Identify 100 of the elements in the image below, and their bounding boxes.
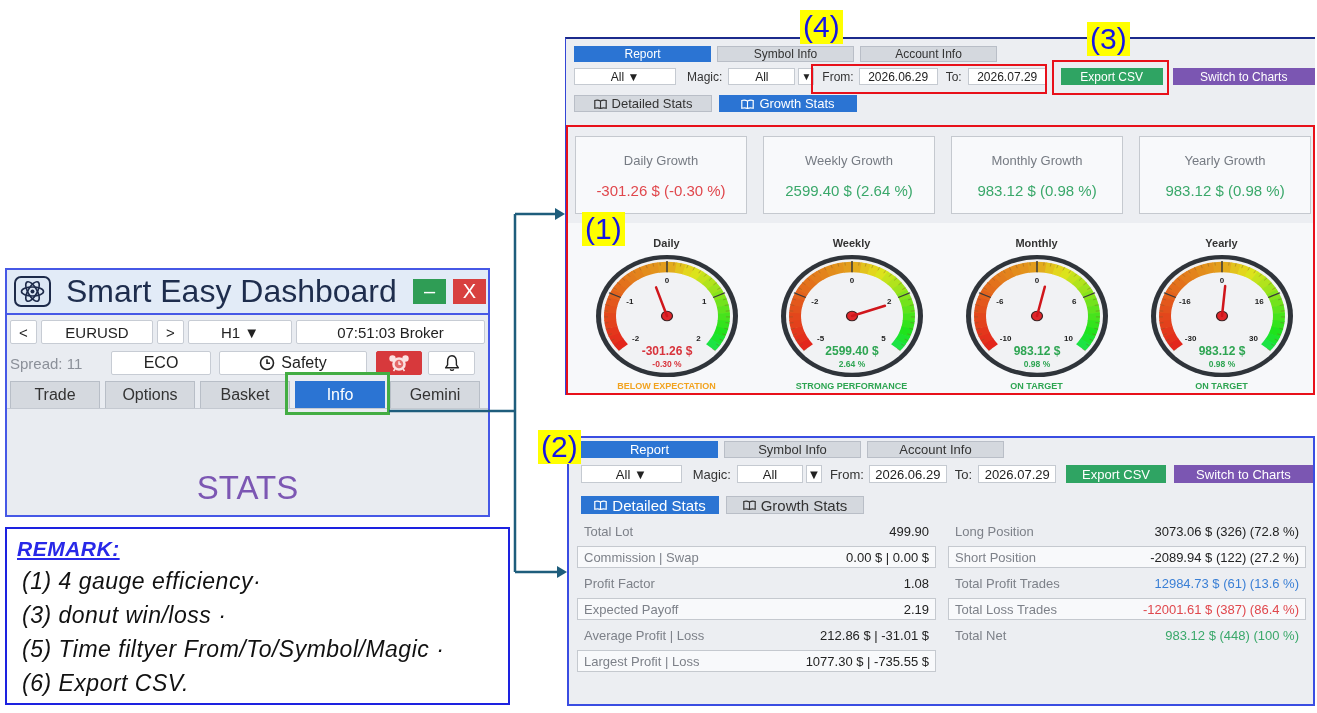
card-value: -301.26 $ (-0.30 %) [596,182,726,200]
magic-field[interactable]: All [736,465,804,483]
alarm-button[interactable] [376,351,422,375]
tab[interactable]: Info [295,381,385,408]
remark-heading: REMARK: [17,536,120,562]
remark-line: (3) donut win/loss · [21,601,227,630]
date-field[interactable]: 2026.06.29 [858,68,938,85]
filter-label: Magic: [692,466,731,482]
bell-button[interactable] [428,351,475,375]
date-field[interactable]: 2026.06.29 [868,465,947,483]
filter-label: To: [954,466,973,482]
gauge-tick-label: -30 [1184,334,1196,344]
book-icon [741,98,755,109]
report-tab[interactable]: Report [581,441,718,458]
gauge-status: ON TARGET [1195,381,1248,392]
stat-value: 3073.06 $ (326) (72.8 %) [1154,523,1299,539]
gauge-status: BELOW EXPECTATION [617,381,716,392]
stat-value: 212.86 $ | -31.01 $ [820,627,929,643]
gauge-tick-label: 16 [1254,296,1264,306]
stat-label: Short Position [955,549,1036,565]
date-field[interactable]: 2026.07.29 [967,68,1047,85]
callout-label: (1) [582,212,625,246]
gauge-tick-label: -10 [999,334,1011,344]
date-field[interactable]: 2026.07.29 [978,465,1057,483]
view-tab[interactable]: Growth Stats [726,496,864,514]
gauge-tick-label: -16 [1178,296,1191,306]
gauge-tick-label: 5 [880,334,886,344]
gauge-tick-label: 0 [664,276,669,286]
gauge-tick-label: -5 [816,334,824,344]
gauge-title: Monthly [1015,236,1058,250]
switch-charts-button[interactable]: Switch to Charts [1173,465,1313,483]
mode-button[interactable]: ECO [111,351,211,375]
gauge-percent: 0.98 % [1208,359,1235,369]
filter-label: To: [945,69,962,84]
tab[interactable]: Basket [200,381,290,408]
view-tab[interactable]: Detailed Stats [574,95,712,112]
stat-label: Commission | Swap [584,549,699,565]
report-tab[interactable]: Report [574,46,711,62]
callout-label: (3) [1087,22,1130,56]
book-icon [594,500,608,510]
dropdown-toggle[interactable]: ▼ [806,465,822,483]
report-tab[interactable]: Account Info [867,441,1004,458]
gauge-title: Daily [653,236,680,250]
card-value: 983.12 $ (0.98 %) [1165,182,1285,200]
nav-button[interactable]: > [157,320,184,344]
gauge-tick-label: -1 [625,296,633,306]
tab[interactable]: Trade [10,381,100,408]
gauge-tick-label: 1 [701,296,706,306]
tab[interactable]: Gemini [390,381,480,408]
gauge-value: -301.26 $ [641,344,692,358]
close-button[interactable]: X [453,279,486,304]
alarm-clock-icon [388,354,410,372]
gauge-tick-label: -6 [995,296,1003,306]
gauge-status: STRONG PERFORMANCE [795,381,908,392]
symbol-field[interactable]: EURUSD [41,320,153,344]
window-title: Smart Easy Dashboard [66,273,398,310]
view-tab[interactable]: Growth Stats [719,95,857,112]
book-icon [742,500,756,510]
spread-label: Spread: 11 [10,354,84,372]
stat-value: -2089.94 $ (122) (27.2 %) [1150,549,1299,565]
clock-icon [259,355,276,371]
switch-charts-button[interactable]: Switch to Charts [1172,68,1315,85]
gauge-tick-label: 2 [695,334,701,344]
gauge-percent: 2.64 % [838,359,865,369]
card-title: Daily Growth [623,153,699,169]
stat-value: 1077.30 $ | -735.55 $ [805,653,929,669]
tab[interactable]: Options [105,381,195,408]
section-heading: STATS [196,471,299,505]
gauge-tick-label: 6 [1071,296,1076,306]
magic-field[interactable]: All [728,68,796,85]
gauge-title: Yearly [1205,236,1238,250]
gauge-percent: 0.98 % [1023,359,1050,369]
symbol-dropdown[interactable]: All ▼ [581,465,682,483]
filter-label: From: [829,466,864,482]
view-tab[interactable]: Detailed Stats [581,496,719,514]
report-tab[interactable]: Symbol Info [717,46,854,62]
gauge-tick-label: -2 [810,296,818,306]
gauge-value: 983.12 $ [1198,344,1245,358]
report-tab[interactable]: Symbol Info [724,441,861,458]
gauge-percent: -0.30 % [651,359,682,369]
gauge-title: Weekly [832,236,871,250]
gauge-tick-label: 0 [1034,276,1039,286]
report-tab[interactable]: Account Info [860,46,997,62]
stat-value: 499.90 [889,523,929,539]
timeframe-dropdown[interactable]: H1 ▼ [188,320,292,344]
nav-button[interactable]: < [10,320,37,344]
gauge-tick-label: 2 [886,296,891,306]
stat-value: 0.00 $ | 0.00 $ [846,549,929,565]
timer-button[interactable]: Safety [219,351,367,375]
stat-value: 1.08 [903,575,929,591]
stat-label: Total Lot [584,523,634,539]
stat-label: Expected Payoff [584,601,679,617]
card-title: Yearly Growth [1184,153,1266,169]
stat-label: Total Loss Trades [955,601,1057,617]
stat-label: Total Net [955,627,1007,643]
symbol-dropdown[interactable]: All ▼ [574,68,676,85]
card-value: 2599.40 $ (2.64 %) [785,182,913,200]
gauge-value: 2599.40 $ [824,344,879,358]
filter-label: From: [822,69,854,84]
stat-label: Long Position [955,523,1034,539]
